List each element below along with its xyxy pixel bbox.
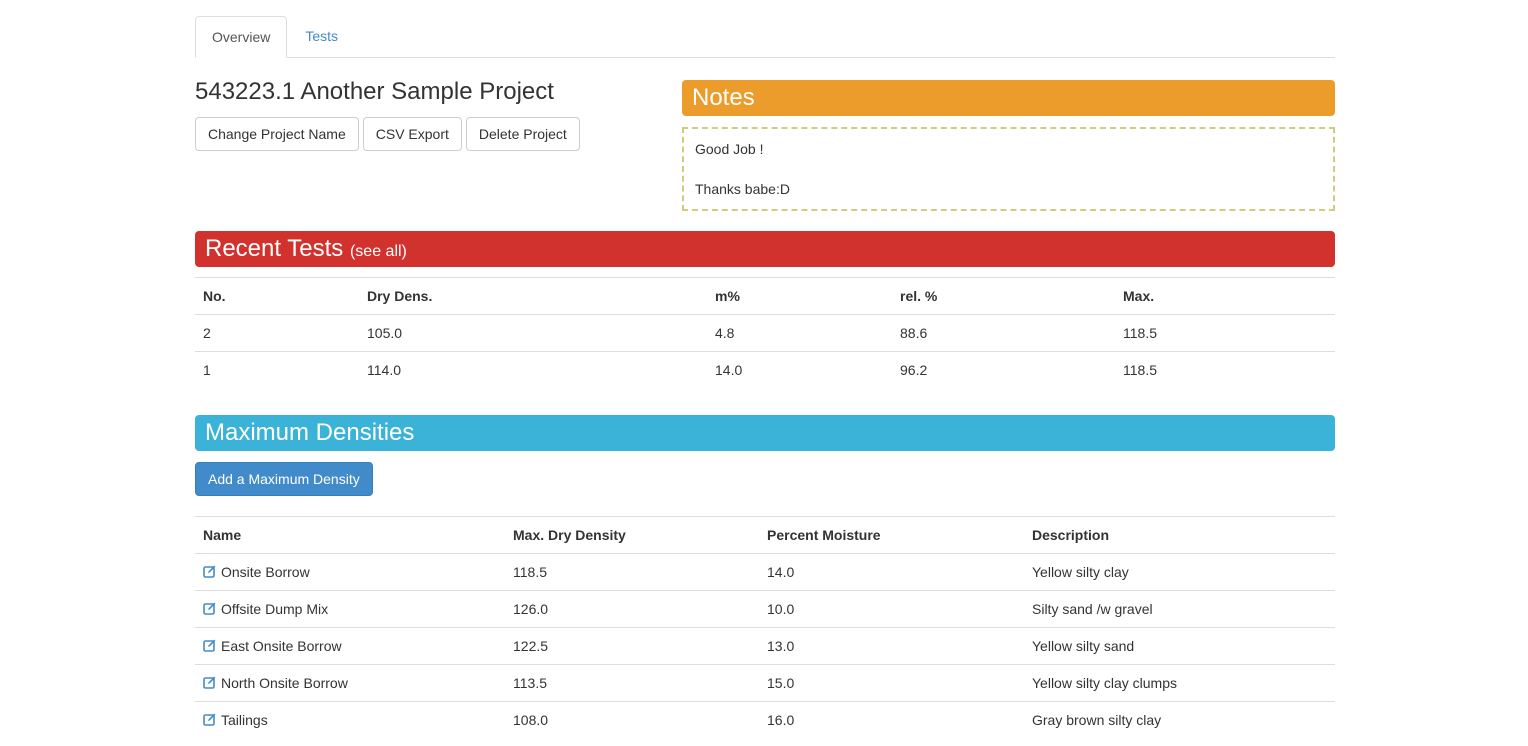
density-name-link[interactable]: East Onsite Borrow	[221, 638, 342, 654]
cell-percent-moisture: 16.0	[759, 701, 1024, 738]
cell-description: Yellow silty clay	[1032, 564, 1129, 580]
recent-tests-table: No. Dry Dens. m% rel. % Max. 2 105.0 4.8…	[195, 277, 1335, 388]
recent-tests-title: Recent Tests	[205, 235, 344, 262]
recent-tests-section: Recent Tests (see all) No. Dry Dens. m% …	[195, 231, 1335, 388]
project-info: 543223.1 Another Sample Project Change P…	[195, 78, 682, 211]
tab-overview[interactable]: Overview	[195, 16, 288, 58]
column-header-rel-percent: rel. %	[892, 277, 1115, 315]
edit-icon[interactable]	[203, 713, 216, 726]
cell-name: Onsite Borrow	[195, 554, 505, 591]
density-name-link[interactable]: North Onsite Borrow	[221, 675, 348, 691]
page-title: 543223.1 Another Sample Project	[195, 78, 554, 105]
cell-percent-moisture: 10.0	[759, 590, 1024, 628]
edit-icon[interactable]	[203, 602, 216, 615]
density-name-link[interactable]: Onsite Borrow	[221, 564, 310, 580]
cell-dry-dens: 114.0	[359, 351, 707, 388]
note-line: Thanks babe:D	[695, 181, 790, 197]
maximum-densities-section: Maximum Densities Add a Maximum Density …	[195, 415, 1335, 738]
density-name-link[interactable]: Tailings	[221, 712, 268, 728]
table-row: 2 105.0 4.8 88.6 118.5	[195, 315, 1335, 352]
cell-percent-moisture: 13.0	[759, 627, 1024, 665]
notes-body[interactable]: Good Job ! Thanks babe:D	[682, 127, 1335, 211]
column-header-max-dry-density: Max. Dry Density	[505, 516, 759, 554]
edit-icon[interactable]	[203, 676, 216, 689]
cell-m-percent: 14.0	[707, 351, 892, 388]
cell-max-dry-density: 118.5	[513, 564, 547, 580]
cell-max-dry-density: 126.0	[505, 590, 759, 628]
table-row: North Onsite Borrow 113.5 15.0 Yellow si…	[195, 664, 1335, 702]
edit-icon[interactable]	[203, 639, 216, 652]
table-row: 1 114.0 14.0 96.2 118.5	[195, 351, 1335, 388]
page-container: Overview Tests 543223.1 Another Sample P…	[195, 16, 1335, 738]
see-all-link[interactable]: (see all)	[350, 243, 407, 260]
cell-description: Gray brown silty clay	[1024, 701, 1335, 738]
project-actions: Change Project Name CSV Export Delete Pr…	[195, 117, 682, 151]
cell-no: 2	[203, 325, 211, 341]
column-header-m-percent: m%	[707, 277, 892, 315]
cell-name: North Onsite Borrow	[195, 664, 505, 702]
column-header-no: No.	[195, 277, 359, 315]
table-row: East Onsite Borrow 122.5 13.0 Yellow sil…	[195, 627, 1335, 665]
note-line: Good Job !	[695, 141, 764, 157]
notes-heading: Notes	[682, 80, 1335, 116]
cell-description: Silty sand /w gravel	[1024, 590, 1335, 628]
cell-max: 118.5	[1123, 325, 1157, 341]
add-max-density-wrap: Add a Maximum Density	[195, 462, 1335, 496]
add-max-density-button[interactable]: Add a Maximum Density	[195, 462, 373, 496]
table-row: Tailings 108.0 16.0 Gray brown silty cla…	[195, 701, 1335, 738]
table-row: Onsite Borrow 118.5 14.0 Yellow silty cl…	[195, 554, 1335, 591]
tab-tests[interactable]: Tests	[289, 16, 354, 56]
cell-rel-percent: 96.2	[892, 351, 1115, 388]
cell-m-percent: 4.8	[715, 325, 735, 341]
cell-name: East Onsite Borrow	[195, 627, 505, 665]
column-header-description: Description	[1024, 516, 1335, 554]
maximum-densities-heading: Maximum Densities	[195, 415, 1335, 451]
cell-percent-moisture: 14.0	[767, 564, 795, 580]
table-row: Offsite Dump Mix 126.0 10.0 Silty sand /…	[195, 590, 1335, 628]
notes-panel: Notes Good Job ! Thanks babe:D	[682, 78, 1335, 211]
edit-icon[interactable]	[203, 565, 216, 578]
cell-max-dry-density: 113.5	[505, 664, 759, 702]
cell-max-dry-density: 122.5	[505, 627, 759, 665]
cell-description: Yellow silty sand	[1024, 627, 1335, 665]
tab-bar: Overview Tests	[195, 16, 1335, 58]
csv-export-button[interactable]: CSV Export	[362, 117, 462, 151]
cell-name: Offsite Dump Mix	[195, 590, 505, 628]
cell-rel-percent: 88.6	[900, 325, 928, 341]
delete-project-button[interactable]: Delete Project	[465, 117, 580, 151]
column-header-name: Name	[195, 516, 505, 554]
change-project-name-button[interactable]: Change Project Name	[195, 117, 359, 151]
cell-no: 1	[195, 351, 359, 388]
cell-description: Yellow silty clay clumps	[1024, 664, 1335, 702]
recent-tests-heading: Recent Tests (see all)	[195, 231, 1335, 267]
project-header-row: 543223.1 Another Sample Project Change P…	[195, 78, 1335, 211]
cell-max-dry-density: 108.0	[505, 701, 759, 738]
column-header-percent-moisture: Percent Moisture	[759, 516, 1024, 554]
cell-max: 118.5	[1115, 351, 1335, 388]
column-header-dry-dens: Dry Dens.	[359, 277, 707, 315]
column-header-max: Max.	[1115, 277, 1335, 315]
cell-percent-moisture: 15.0	[759, 664, 1024, 702]
maximum-densities-table: Name Max. Dry Density Percent Moisture D…	[195, 516, 1335, 738]
density-name-link[interactable]: Offsite Dump Mix	[221, 601, 328, 617]
cell-name: Tailings	[195, 701, 505, 738]
cell-dry-dens: 105.0	[367, 325, 403, 341]
